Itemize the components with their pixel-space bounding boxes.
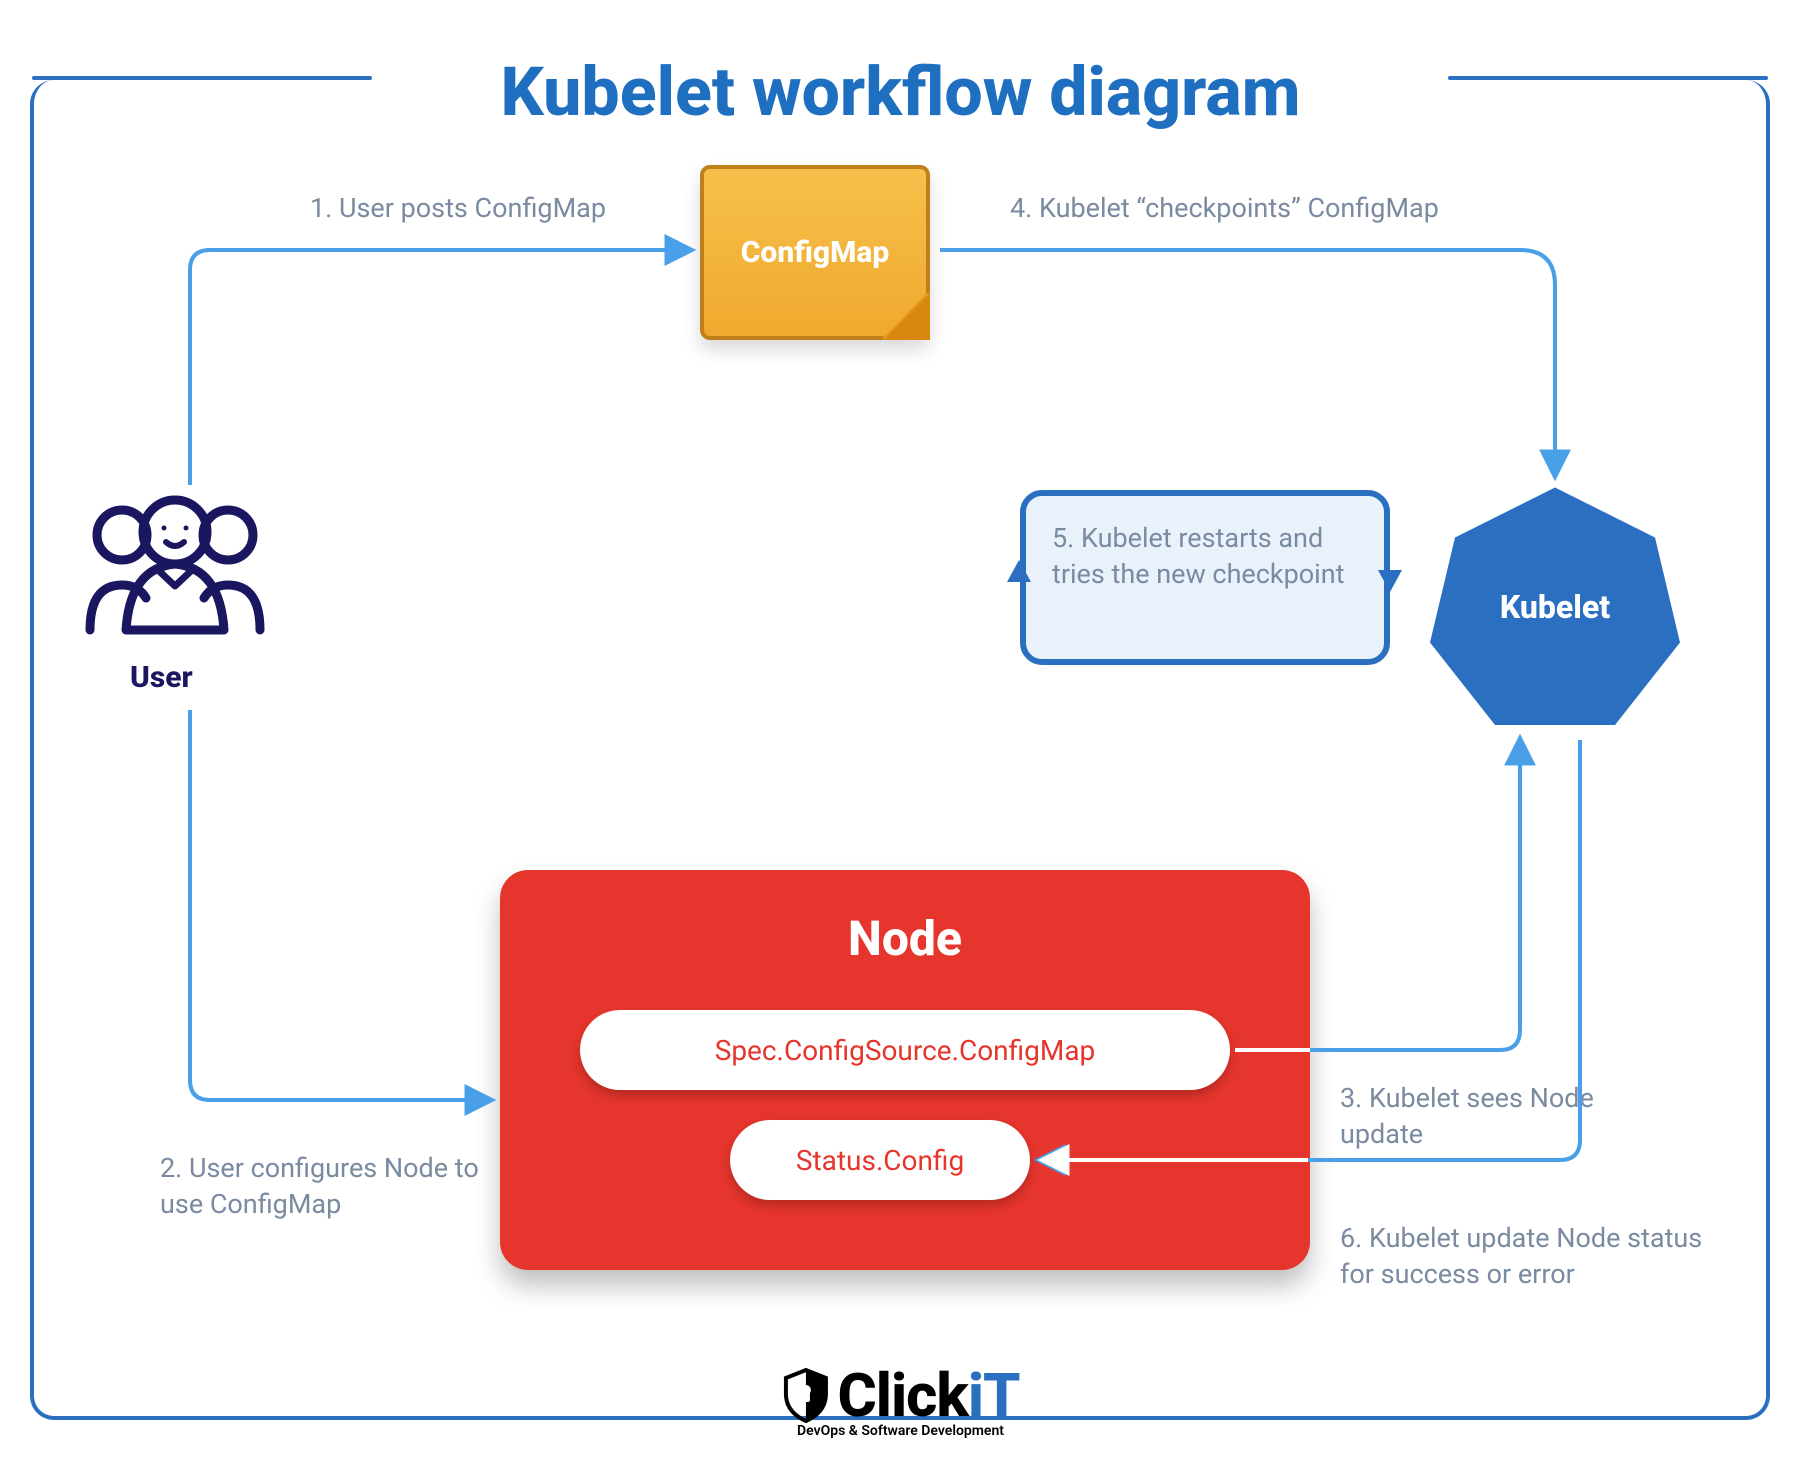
diagram-title: Kubelet workflow diagram <box>501 52 1301 132</box>
configmap-label: ConfigMap <box>700 235 930 270</box>
step-1-label: 1. User posts ConfigMap <box>310 190 606 226</box>
restart-arrow-down-icon <box>1378 570 1402 592</box>
node-label: Node <box>500 910 1310 967</box>
configmap-node: ConfigMap <box>700 165 930 340</box>
step-6-label: 6. Kubelet update Node status for succes… <box>1340 1220 1740 1293</box>
logo-text-prefix: Click <box>837 1360 967 1431</box>
user-icon <box>80 490 270 650</box>
node-status-field: Status.Config <box>730 1120 1030 1200</box>
node-status-text: Status.Config <box>796 1144 964 1177</box>
step-2-label: 2. User configures Node to use ConfigMap <box>160 1150 520 1223</box>
user-label: User <box>130 660 193 695</box>
step-3-label: 3. Kubelet sees Node update <box>1340 1080 1640 1153</box>
node-spec-field: Spec.ConfigSource.ConfigMap <box>580 1010 1230 1090</box>
logo-tagline: DevOps & Software Development <box>781 1423 1019 1439</box>
node-spec-text: Spec.ConfigSource.ConfigMap <box>715 1034 1096 1067</box>
shield-icon <box>781 1368 829 1423</box>
step-5-label: 5. Kubelet restarts and tries the new ch… <box>1052 520 1362 593</box>
step-4-label: 4. Kubelet “checkpoints” ConfigMap <box>1010 190 1439 226</box>
logo-text-suffix: iT <box>968 1360 1020 1431</box>
restart-arrow-up-icon <box>1007 560 1031 582</box>
brand-logo: ClickiT DevOps & Software Development <box>781 1366 1019 1440</box>
kubelet-label: Kubelet <box>1430 588 1680 626</box>
